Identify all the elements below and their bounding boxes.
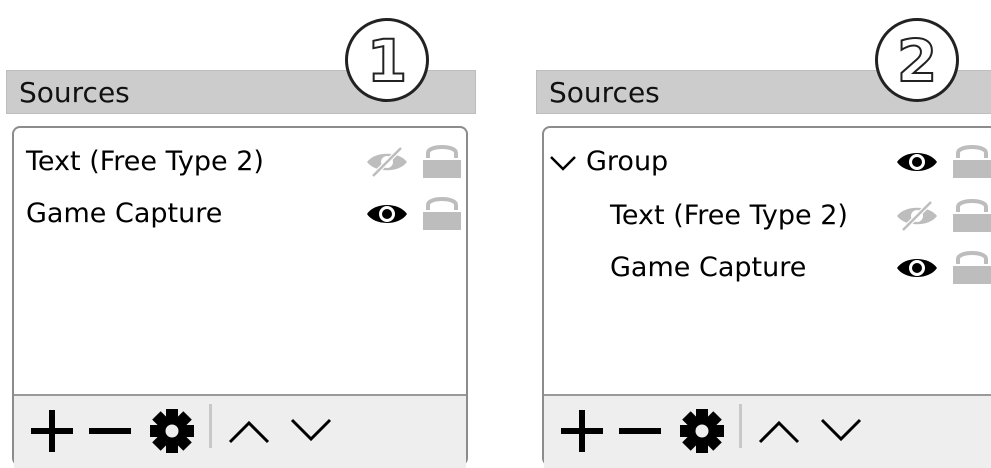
gear-icon[interactable] [678,404,726,456]
step-badge: 2 [875,18,959,102]
eye-hidden-icon[interactable] [364,146,410,178]
unlocked-icon[interactable] [950,142,991,180]
group-label: Group [586,146,669,177]
sources-toolbar [544,394,991,468]
sources-list[interactable]: Text (Free Type 2) Game Capture [12,126,468,468]
minus-icon[interactable] [616,404,664,456]
chevron-down-icon[interactable] [818,404,864,456]
source-item-game-capture[interactable]: Game Capture [14,194,466,234]
toolbar-separator [209,404,212,448]
gear-icon[interactable] [148,404,196,456]
sources-title: Sources [549,76,660,109]
chevron-up-icon[interactable] [226,404,272,456]
source-item-label: Game Capture [610,252,807,283]
eye-icon[interactable] [894,252,940,284]
sources-panel-2: Sources 2 Group Text (Free Type 2) Game … [530,0,991,468]
source-group-row[interactable]: Group [544,142,991,182]
source-item-label: Text (Free Type 2) [610,200,848,231]
chevron-down-icon[interactable] [288,404,334,456]
eye-icon[interactable] [894,146,940,178]
source-item-text-free-type-2[interactable]: Text (Free Type 2) [14,142,466,182]
sources-panel-1: Sources 1 Text (Free Type 2) Game Captur… [0,0,480,468]
unlocked-icon[interactable] [420,194,464,232]
eye-icon[interactable] [364,198,410,230]
unlocked-icon[interactable] [420,142,464,180]
unlocked-icon[interactable] [950,248,991,286]
sources-title: Sources [19,76,130,109]
chevron-up-icon[interactable] [756,404,802,456]
plus-icon[interactable] [28,404,76,456]
source-item-label: Game Capture [26,198,223,229]
sources-list[interactable]: Group Text (Free Type 2) Game Capture [542,126,991,468]
unlocked-icon[interactable] [950,196,991,234]
step-number: 2 [896,27,938,95]
minus-icon[interactable] [86,404,134,456]
source-item-text-free-type-2[interactable]: Text (Free Type 2) [544,196,991,236]
source-item-label: Text (Free Type 2) [26,146,264,177]
source-item-game-capture[interactable]: Game Capture [544,248,991,288]
sources-toolbar [14,394,466,468]
plus-icon[interactable] [558,404,606,456]
step-badge: 1 [345,18,429,102]
eye-hidden-icon[interactable] [894,200,940,232]
toolbar-separator [739,404,742,448]
chevron-down-icon[interactable] [548,150,578,176]
step-number: 1 [366,27,408,95]
